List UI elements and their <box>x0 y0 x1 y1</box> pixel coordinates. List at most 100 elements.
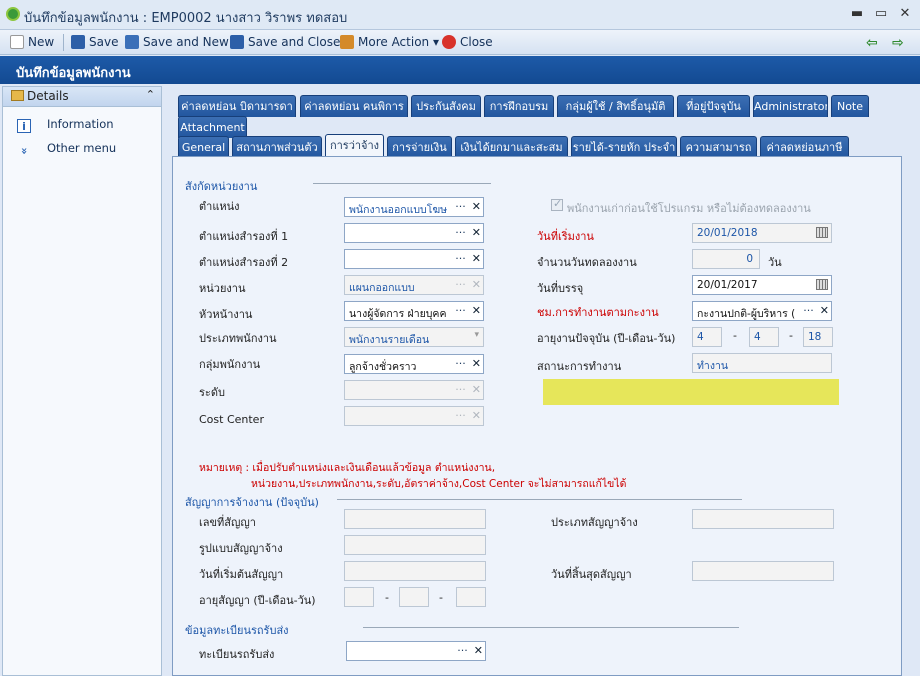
tab-current-address[interactable]: ที่อยู่ปัจจุบัน <box>677 95 750 117</box>
clear-icon[interactable]: ✕ <box>472 200 481 213</box>
page-title: บันทึกข้อมูลพนักงาน <box>0 56 920 84</box>
probation-days-field[interactable]: 0 <box>692 249 760 269</box>
level-label: ระดับ <box>199 386 225 399</box>
calendar-icon[interactable] <box>816 279 828 290</box>
tenure-months-field[interactable]: 4 <box>749 327 779 347</box>
tab-note[interactable]: Note <box>831 95 869 117</box>
back-arrow-icon[interactable]: ⇦ <box>866 35 878 51</box>
clear-icon[interactable]: ✕ <box>472 304 481 317</box>
start-date-label: วันที่เริ่มงาน <box>537 230 594 243</box>
clear-icon[interactable]: ✕ <box>472 357 481 370</box>
section-contract-title: สัญญาการจ้างงาน (ปัจจุบัน) <box>185 496 319 509</box>
tab-tax-deduction[interactable]: ค่าลดหย่อนภาษี <box>760 136 849 158</box>
double-chevron-down-icon: » <box>18 147 31 155</box>
contract-form-field[interactable] <box>344 535 486 555</box>
collapse-icon[interactable]: ⌃ <box>146 88 155 101</box>
close-window-button[interactable]: ✕ <box>896 5 914 23</box>
clear-icon[interactable]: ✕ <box>472 278 481 291</box>
clear-icon[interactable]: ✕ <box>820 304 829 317</box>
position3-field[interactable]: ··· ✕ <box>344 249 484 269</box>
position2-field[interactable]: ··· ✕ <box>344 223 484 243</box>
more-action-icon <box>340 35 354 49</box>
chevron-down-icon: ▾ <box>474 330 479 340</box>
employee-group-label: กลุ่มพนักงาน <box>199 358 261 371</box>
sidebar-item-other-menu[interactable]: » Other menu <box>17 141 116 158</box>
ellipsis-icon[interactable]: ··· <box>455 252 466 265</box>
calendar-icon[interactable] <box>816 227 828 238</box>
save-and-close-button[interactable]: Save and Close <box>230 34 340 51</box>
contract-days-field[interactable] <box>456 587 486 607</box>
confirm-date-field[interactable]: 20/01/2017 <box>692 275 832 295</box>
tab-personal-status[interactable]: สถานภาพส่วนตัว <box>232 136 322 158</box>
new-document-icon <box>10 35 24 49</box>
save-button[interactable]: Save <box>71 34 118 51</box>
close-button[interactable]: Close <box>442 34 493 51</box>
tab-training[interactable]: การฝึกอบรม <box>484 95 554 117</box>
restore-button[interactable]: ▭ <box>872 5 890 23</box>
employee-group-field[interactable]: ลูกจ้างชั่วคราว ··· ✕ <box>344 354 484 374</box>
tab-parent-deduction[interactable]: ค่าลดหย่อน บิดามารดา <box>178 95 296 117</box>
ellipsis-icon[interactable]: ··· <box>455 200 466 213</box>
department-field[interactable]: แผนกออกแบบ ··· ✕ <box>344 275 484 295</box>
ellipsis-icon[interactable]: ··· <box>455 383 466 396</box>
ellipsis-icon[interactable]: ··· <box>455 278 466 291</box>
tab-general[interactable]: General <box>178 136 229 158</box>
tenure-days-field[interactable]: 18 <box>803 327 833 347</box>
employment-panel: สังกัดหน่วยงาน ตำแหน่ง พนักงานออกแบบโฆษ ·… <box>172 156 902 676</box>
sidebar-item-information[interactable]: i Information <box>17 117 114 133</box>
tab-attachment[interactable]: Attachment <box>178 116 247 138</box>
tab-skills[interactable]: ความสามารถ <box>680 136 757 158</box>
sidebar: Details ⌃ i Information » Other menu <box>2 86 162 676</box>
tenure-years-field[interactable]: 4 <box>692 327 722 347</box>
contract-end-field[interactable] <box>692 561 834 581</box>
cost-center-field[interactable]: ··· ✕ <box>344 406 484 426</box>
position2-label: ตำแหน่งสำรองที่ 1 <box>199 230 289 243</box>
save-and-new-button[interactable]: Save and New <box>125 34 229 51</box>
probation-label: จำนวนวันทดลองงาน <box>537 256 637 269</box>
sidebar-header[interactable]: Details ⌃ <box>3 87 161 107</box>
divider <box>337 499 742 500</box>
contract-type-field[interactable] <box>692 509 834 529</box>
app-icon <box>6 7 20 21</box>
forward-arrow-icon[interactable]: ⇨ <box>892 35 904 51</box>
ellipsis-icon[interactable]: ··· <box>455 304 466 317</box>
tab-administrator[interactable]: Administrator <box>753 95 828 117</box>
contract-months-field[interactable] <box>399 587 429 607</box>
ellipsis-icon[interactable]: ··· <box>455 357 466 370</box>
clear-icon[interactable]: ✕ <box>472 383 481 396</box>
tab-employment[interactable]: การว่าจ้าง <box>325 134 384 158</box>
clear-icon[interactable]: ✕ <box>472 226 481 239</box>
new-button[interactable]: New <box>10 34 54 51</box>
supervisor-field[interactable]: นางผู้จัดการ ฝ่ายบุคค ··· ✕ <box>344 301 484 321</box>
tab-social-security[interactable]: ประกันสังคม <box>411 95 481 117</box>
clear-icon[interactable]: ✕ <box>472 409 481 422</box>
toolbar-separator <box>63 34 64 51</box>
tab-payment[interactable]: การจ่ายเงิน <box>387 136 452 158</box>
work-hours-field[interactable]: กะงานปกติ-ผู้บริหาร (··· ✕ <box>692 301 832 321</box>
tab-income-carried[interactable]: เงินได้ยกมาและสะสม <box>455 136 568 158</box>
more-action-button[interactable]: More Action ▾ <box>340 34 439 51</box>
contract-end-label: วันที่สิ้นสุดสัญญา <box>551 568 632 581</box>
confirm-date-label: วันที่บรรจุ <box>537 282 584 295</box>
minimize-button[interactable]: ▬ <box>848 5 866 23</box>
position-field[interactable]: พนักงานออกแบบโฆษ ··· ✕ <box>344 197 484 217</box>
start-date-field[interactable]: 20/01/2018 <box>692 223 832 243</box>
ellipsis-icon[interactable]: ··· <box>457 644 468 657</box>
tab-disabled-deduction[interactable]: ค่าลดหย่อน คนพิการ <box>300 95 408 117</box>
old-employee-checkbox[interactable] <box>551 197 563 211</box>
employee-type-select[interactable]: พนักงานรายเดือน ▾ <box>344 327 484 347</box>
clear-icon[interactable]: ✕ <box>472 252 481 265</box>
clear-icon[interactable]: ✕ <box>474 644 483 657</box>
vehicle-field[interactable]: ··· ✕ <box>346 641 486 661</box>
level-field[interactable]: ··· ✕ <box>344 380 484 400</box>
tab-user-group[interactable]: กลุ่มผู้ใช้ / สิทธิ์อนุมัติ <box>557 95 674 117</box>
window-title: บันทึกข้อมูลพนักงาน : EMP0002 นางสาว วิร… <box>24 11 348 26</box>
tab-regular-income[interactable]: รายได้-รายหัก ประจำ <box>571 136 677 158</box>
work-status-field[interactable]: ทำงาน <box>692 353 832 373</box>
contract-years-field[interactable] <box>344 587 374 607</box>
contract-start-field[interactable] <box>344 561 486 581</box>
contract-no-field[interactable] <box>344 509 486 529</box>
ellipsis-icon[interactable]: ··· <box>803 304 814 317</box>
ellipsis-icon[interactable]: ··· <box>455 409 466 422</box>
ellipsis-icon[interactable]: ··· <box>455 226 466 239</box>
